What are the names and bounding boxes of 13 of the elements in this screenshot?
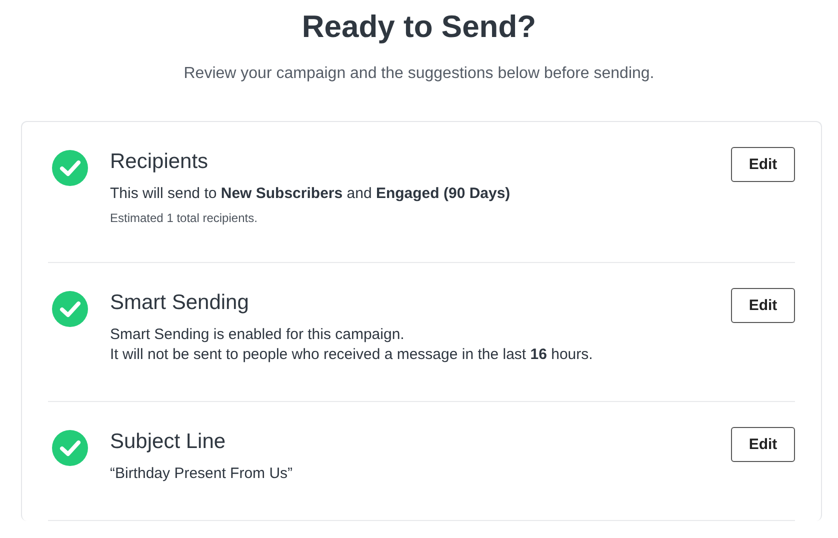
section-title: Recipients	[110, 149, 210, 175]
section-text: “Birthday Present From Us”	[110, 464, 294, 484]
edit-button[interactable]: Edit	[731, 427, 795, 462]
page-subtitle: Review your campaign and the suggestions below before sending.	[182, 64, 656, 84]
section-text: Smart Sending is enabled for this campaign.	[110, 325, 406, 345]
section-title: Subject Line	[110, 429, 227, 455]
section-title: Smart Sending	[110, 290, 250, 316]
section-text: It will not be sent to people who received a message in the last 16 hours.	[110, 345, 594, 365]
section-note: Estimated 1 total recipients.	[110, 210, 258, 226]
edit-button[interactable]: Edit	[731, 288, 795, 323]
edit-button[interactable]: Edit	[731, 147, 795, 182]
section-text: This will send to New Subscribers and Engaged (90 Days)	[110, 184, 512, 204]
page-title: Ready to Send?	[300, 8, 538, 46]
